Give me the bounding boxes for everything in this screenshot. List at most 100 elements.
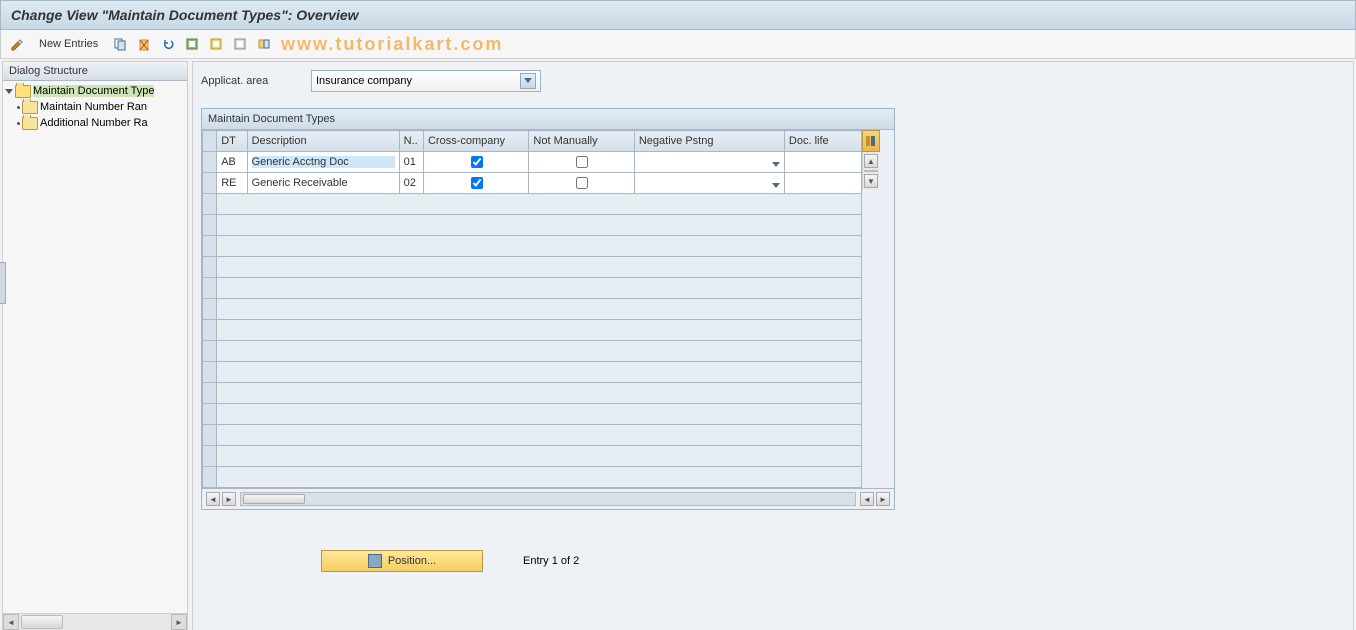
position-label: Position... <box>388 555 436 567</box>
col-cross-company[interactable]: Cross-company <box>423 131 528 152</box>
position-button[interactable]: Position... <box>321 550 483 572</box>
n-input[interactable] <box>404 177 419 189</box>
cross-company-checkbox[interactable] <box>471 156 483 168</box>
cell-n[interactable] <box>399 152 423 173</box>
sidebar-header: Dialog Structure <box>3 62 187 81</box>
table-row <box>203 173 862 194</box>
col-dt[interactable]: DT <box>217 131 247 152</box>
scroll-up-icon[interactable]: ▲ <box>864 154 878 168</box>
cell-cross-company[interactable] <box>423 152 528 173</box>
table-row-empty <box>203 404 862 425</box>
cell-negative-pstng[interactable] <box>634 152 784 173</box>
col-not-manually[interactable]: Not Manually <box>529 131 634 152</box>
copy-icon[interactable] <box>110 34 130 54</box>
not-manually-checkbox[interactable] <box>576 156 588 168</box>
col-negative-pstng[interactable]: Negative Pstng <box>634 131 784 152</box>
scroll-right-icon[interactable]: ► <box>222 492 236 506</box>
not-manually-checkbox[interactable] <box>576 177 588 189</box>
select-block-icon[interactable] <box>206 34 226 54</box>
cell-not-manually[interactable] <box>529 152 634 173</box>
table-row-empty <box>203 257 862 278</box>
scroll-right-icon[interactable]: ► <box>171 614 187 630</box>
title-bar: Change View "Maintain Document Types": O… <box>0 0 1356 30</box>
toggle-edit-icon[interactable] <box>7 34 27 54</box>
cell-cross-company[interactable] <box>423 173 528 194</box>
table-row-empty <box>203 236 862 257</box>
applicat-area-dropdown[interactable]: Insurance company <box>311 70 541 92</box>
chevron-down-icon[interactable] <box>520 73 536 89</box>
table-config-icon[interactable] <box>862 130 880 152</box>
footer: Position... Entry 1 of 2 <box>201 550 1345 572</box>
delete-icon[interactable] <box>134 34 154 54</box>
row-selector[interactable] <box>203 152 217 173</box>
undo-icon[interactable] <box>158 34 178 54</box>
dt-input[interactable] <box>221 156 242 168</box>
entry-status: Entry 1 of 2 <box>523 555 579 567</box>
table-row-empty <box>203 362 862 383</box>
scroll-left-icon[interactable]: ◄ <box>3 614 19 630</box>
body: Dialog Structure Maintain Document Type … <box>0 59 1356 630</box>
expand-icon[interactable] <box>5 89 13 94</box>
table-hscroll[interactable]: ◄ ► ◄ ► <box>202 488 894 509</box>
scroll-left-end-icon[interactable]: ◄ <box>860 492 874 506</box>
configure-icon[interactable] <box>254 34 274 54</box>
scroll-down-icon[interactable]: ▼ <box>864 174 878 188</box>
cross-company-checkbox[interactable] <box>471 177 483 189</box>
select-all-icon[interactable] <box>182 34 202 54</box>
table-row-empty <box>203 425 862 446</box>
cell-negative-pstng[interactable] <box>634 173 784 194</box>
dt-input[interactable] <box>221 177 242 189</box>
dropdown-value: Insurance company <box>316 75 412 87</box>
cell-dt[interactable] <box>217 173 247 194</box>
scroll-right-end-icon[interactable]: ► <box>876 492 890 506</box>
sidebar-hscroll[interactable]: ◄ ► <box>3 613 187 630</box>
scroll-track[interactable] <box>864 170 878 172</box>
tree-label: Maintain Document Type <box>33 85 154 97</box>
cell-description[interactable] <box>247 173 399 194</box>
grid-title: Maintain Document Types <box>202 109 894 130</box>
splitter-handle[interactable] <box>0 262 6 304</box>
cell-not-manually[interactable] <box>529 173 634 194</box>
watermark: www.tutorialkart.com <box>281 34 503 55</box>
n-input[interactable] <box>404 156 419 168</box>
deselect-all-icon[interactable] <box>230 34 250 54</box>
cell-dt[interactable] <box>217 152 247 173</box>
chevron-down-icon[interactable] <box>772 183 780 188</box>
bullet-icon <box>17 122 20 125</box>
scroll-track[interactable] <box>240 492 856 506</box>
tree-item-maintain-number-ran[interactable]: Maintain Number Ran <box>3 99 187 115</box>
tree-item-maintain-doc-types[interactable]: Maintain Document Type <box>3 83 187 99</box>
col-doc-life[interactable]: Doc. life <box>784 131 861 152</box>
grid-wrap: DT Description N.. Cross-company Not Man… <box>202 130 894 488</box>
applicat-area-row: Applicat. area Insurance company <box>201 70 1345 92</box>
main-area: Applicat. area Insurance company Maintai… <box>192 61 1354 630</box>
table-header-row: DT Description N.. Cross-company Not Man… <box>203 131 862 152</box>
new-entries-button[interactable]: New Entries <box>31 35 106 53</box>
table-row <box>203 152 862 173</box>
scroll-thumb[interactable] <box>243 494 305 504</box>
cell-doc-life[interactable] <box>784 173 861 194</box>
description-input[interactable] <box>252 156 395 168</box>
description-input[interactable] <box>252 177 395 189</box>
table-row-empty <box>203 320 862 341</box>
scroll-thumb[interactable] <box>21 615 63 629</box>
table-row-empty <box>203 194 862 215</box>
toolbar: New Entries www.tutorialkart.com <box>0 30 1356 59</box>
scroll-left-icon[interactable]: ◄ <box>206 492 220 506</box>
tree-label: Maintain Number Ran <box>40 101 147 113</box>
tree-item-additional-number-ra[interactable]: Additional Number Ra <box>3 115 187 131</box>
row-selector[interactable] <box>203 173 217 194</box>
table-vscroll[interactable]: ▲ ▼ <box>862 152 879 190</box>
cell-doc-life[interactable] <box>784 152 861 173</box>
folder-open-icon <box>15 85 31 98</box>
cell-n[interactable] <box>399 173 423 194</box>
col-description[interactable]: Description <box>247 131 399 152</box>
applicat-area-label: Applicat. area <box>201 75 291 87</box>
col-n[interactable]: N.. <box>399 131 423 152</box>
table-row-empty <box>203 299 862 320</box>
select-all-header[interactable] <box>203 131 217 152</box>
position-icon <box>368 554 382 568</box>
chevron-down-icon[interactable] <box>772 162 780 167</box>
table-row-empty <box>203 446 862 467</box>
cell-description[interactable] <box>247 152 399 173</box>
